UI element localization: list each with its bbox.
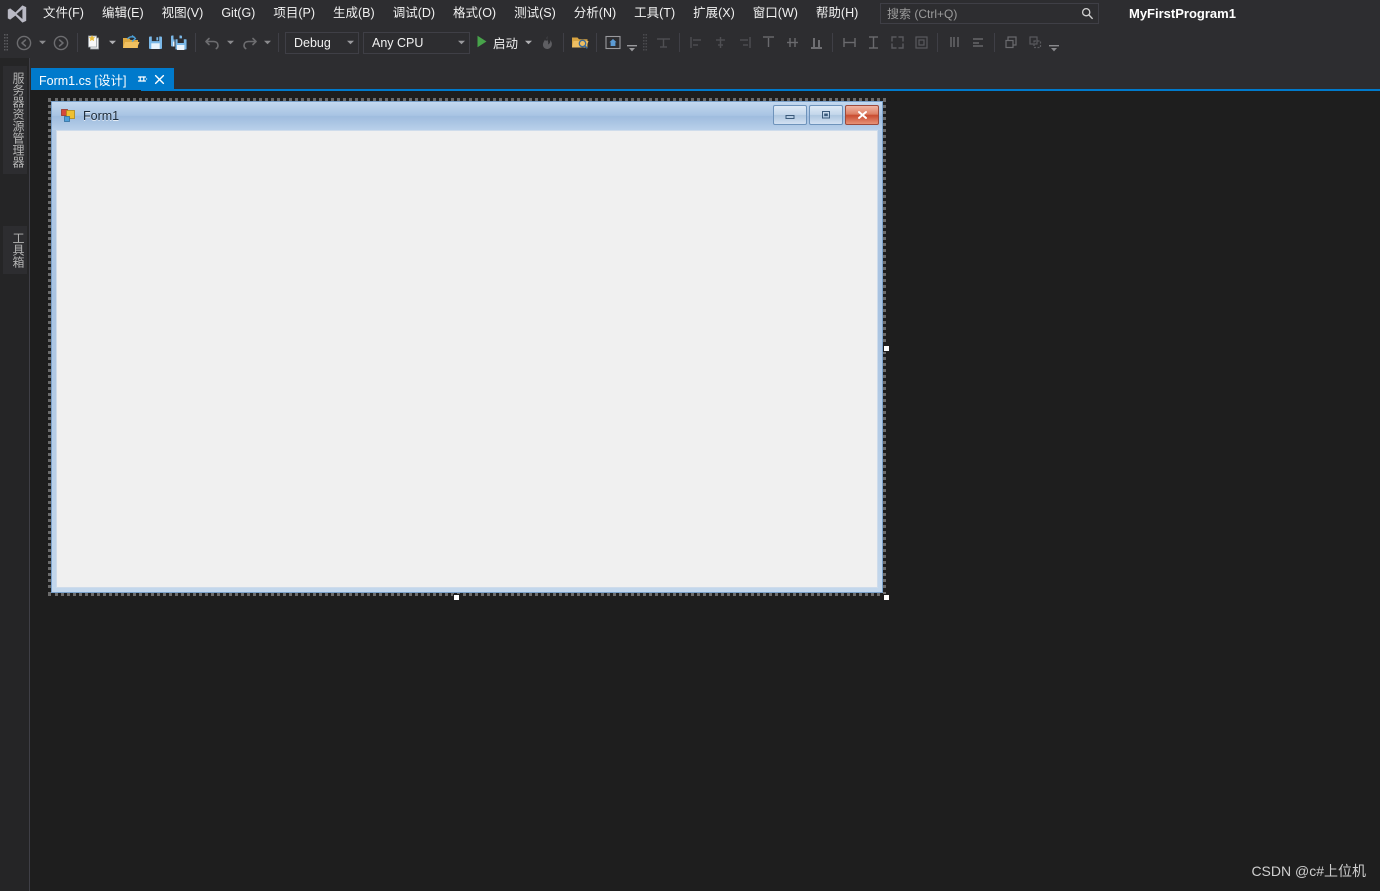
send-to-back-icon (1023, 31, 1047, 55)
search-box[interactable]: 搜索 (Ctrl+Q) (880, 3, 1099, 24)
toolbar-separator (77, 33, 78, 52)
visual-studio-logo-icon (0, 0, 34, 27)
standard-toolbar: Debug Any CPU 启动 (0, 27, 1380, 58)
document-tab-row: Form1.cs [设计] (30, 58, 1380, 90)
toolbar-grip[interactable] (0, 27, 12, 58)
menu-item-window[interactable]: 窗口(W) (744, 0, 807, 27)
maximize-icon[interactable] (809, 105, 843, 125)
document-tab-label: Form1.cs [设计] (39, 73, 127, 88)
layout-toolbar-overflow-icon[interactable] (1047, 31, 1061, 55)
menu-item-analyze[interactable]: 分析(N) (565, 0, 625, 27)
close-icon[interactable] (151, 70, 169, 88)
redo-icon[interactable] (237, 31, 261, 55)
designed-form-window[interactable]: Form1 (51, 101, 883, 593)
bring-to-front-icon (999, 31, 1023, 55)
selection-handle-bottom-center[interactable] (453, 594, 460, 601)
menu-item-debug[interactable]: 调试(D) (384, 0, 444, 27)
menu-item-test[interactable]: 测试(S) (505, 0, 565, 27)
minimize-icon[interactable] (773, 105, 807, 125)
preview-icon[interactable] (601, 31, 625, 55)
toolbar-separator (679, 33, 681, 52)
toolbar-separator (596, 33, 598, 52)
menu-item-tools[interactable]: 工具(T) (625, 0, 684, 27)
pin-icon[interactable] (135, 70, 151, 88)
toolbar-separator (278, 33, 279, 52)
layout-toolbar-grip[interactable] (639, 27, 651, 58)
menu-item-build[interactable]: 生成(B) (324, 0, 384, 27)
save-icon[interactable] (143, 31, 167, 55)
make-same-width-icon (837, 31, 861, 55)
toolbar-overflow-icon[interactable] (625, 31, 639, 55)
open-file-icon[interactable] (119, 31, 143, 55)
horizontal-spacing-icon (942, 31, 966, 55)
make-same-height-icon (861, 31, 885, 55)
sidebar-item-server-explorer[interactable]: 服务器资源管理器 (3, 66, 27, 174)
toolbar-separator (563, 33, 565, 52)
menu-item-view[interactable]: 视图(V) (153, 0, 213, 27)
new-item-dropdown-icon[interactable] (106, 31, 119, 55)
toolbar-separator (195, 33, 196, 52)
live-share-icon[interactable] (568, 31, 592, 55)
form-designer-surface[interactable]: Form1 (30, 91, 1380, 891)
navigate-back-icon[interactable] (12, 31, 36, 55)
start-debug-label: 启动 (493, 37, 519, 51)
form-client-area[interactable] (56, 130, 878, 588)
vertical-spacing-icon (966, 31, 990, 55)
hot-reload-icon (535, 31, 559, 55)
tab-order-icon (651, 31, 675, 55)
new-item-icon[interactable] (82, 31, 106, 55)
project-name-label: MyFirstProgram1 (1119, 2, 1246, 25)
selection-handle-bottom-right[interactable] (883, 594, 890, 601)
start-debug-button[interactable]: 启动 (472, 31, 522, 55)
undo-dropdown-icon[interactable] (224, 31, 237, 55)
navigate-back-dropdown-icon[interactable] (36, 31, 49, 55)
start-debug-dropdown-icon[interactable] (522, 31, 535, 55)
toolbar-separator (937, 33, 939, 52)
menu-item-extensions[interactable]: 扩展(X) (684, 0, 744, 27)
form-title-label: Form1 (83, 109, 120, 123)
selection-handle-right-middle[interactable] (883, 345, 890, 352)
center-horizontally-icon (909, 31, 933, 55)
search-icon[interactable] (1076, 7, 1098, 20)
menu-item-edit[interactable]: 编辑(E) (93, 0, 153, 27)
align-rights-icon (732, 31, 756, 55)
menu-item-project[interactable]: 项目(P) (264, 0, 324, 27)
menu-bar: 文件(F) 编辑(E) 视图(V) Git(G) 项目(P) 生成(B) 调试(… (0, 0, 1380, 27)
align-middles-icon (780, 31, 804, 55)
menu-item-help[interactable]: 帮助(H) (807, 0, 867, 27)
form-title-bar[interactable]: Form1 (52, 102, 882, 130)
winforms-form-icon (60, 108, 76, 124)
solution-configuration-dropdown[interactable]: Debug (285, 31, 359, 54)
solution-platform-value: Any CPU (372, 35, 424, 50)
align-centers-icon (708, 31, 732, 55)
play-icon (476, 35, 488, 51)
chevron-down-icon[interactable] (342, 33, 358, 53)
undo-icon[interactable] (200, 31, 224, 55)
toolbar-separator (994, 33, 996, 52)
align-bottoms-icon (804, 31, 828, 55)
close-x-icon[interactable] (845, 105, 879, 125)
document-tab-form1-designer[interactable]: Form1.cs [设计] (31, 68, 174, 90)
solution-configuration-value: Debug (294, 35, 331, 50)
watermark-label: CSDN @c#上位机 (1251, 863, 1366, 879)
toolbar-separator (832, 33, 834, 52)
size-to-grid-icon (885, 31, 909, 55)
chevron-down-icon[interactable] (453, 33, 469, 53)
menu-item-git[interactable]: Git(G) (212, 0, 264, 27)
align-tops-icon (756, 31, 780, 55)
navigate-forward-icon[interactable] (49, 31, 73, 55)
form-window-buttons (771, 105, 879, 125)
align-lefts-icon (684, 31, 708, 55)
sidebar-item-toolbox[interactable]: 工具箱 (3, 226, 27, 274)
redo-dropdown-icon[interactable] (261, 31, 274, 55)
save-all-icon[interactable] (167, 31, 191, 55)
solution-platform-dropdown[interactable]: Any CPU (363, 31, 470, 54)
menu-item-file[interactable]: 文件(F) (34, 0, 93, 27)
search-input[interactable]: 搜索 (Ctrl+Q) (881, 5, 1076, 22)
left-dock-strip: 服务器资源管理器 工具箱 (0, 58, 30, 891)
menu-item-format[interactable]: 格式(O) (444, 0, 505, 27)
